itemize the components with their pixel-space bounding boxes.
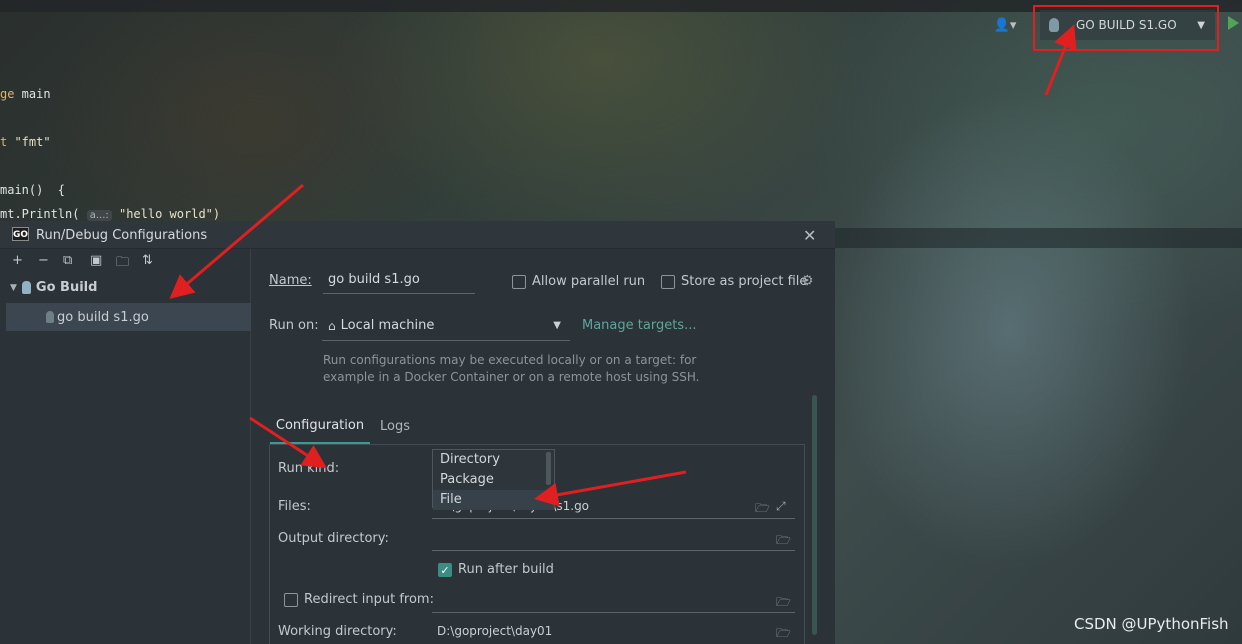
arrow-to-file-option — [534, 470, 687, 507]
arrow-to-go-build — [169, 183, 304, 299]
annotation-arrows — [169, 24, 1077, 507]
arrow-to-run-kind — [249, 416, 328, 469]
watermark: CSDN @UPythonFish — [1074, 615, 1229, 633]
arrow-to-run-config — [1044, 24, 1077, 96]
